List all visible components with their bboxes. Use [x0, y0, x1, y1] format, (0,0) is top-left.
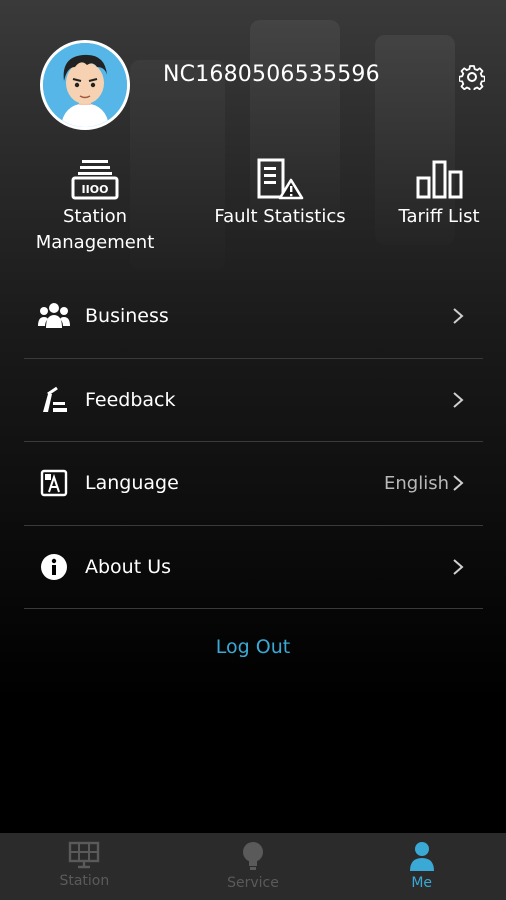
avatar[interactable]	[40, 40, 130, 130]
menu-item-label: Business	[85, 305, 169, 328]
chevron-right-icon	[453, 391, 464, 408]
settings-gear-icon[interactable]	[459, 64, 485, 90]
tab-label: Service	[227, 875, 279, 891]
menu-item-about-us[interactable]: About Us	[24, 526, 483, 609]
language-icon	[38, 467, 70, 499]
menu-item-label: About Us	[85, 555, 172, 578]
person-icon	[409, 842, 434, 871]
chevron-right-icon	[453, 558, 464, 575]
settings-menu: Business Feedback Language English About…	[24, 275, 483, 609]
info-icon	[38, 551, 70, 583]
station-management-icon: IIOO	[71, 160, 119, 200]
chevron-right-icon	[453, 308, 464, 325]
quick-action-label: Fault Statistics	[214, 206, 346, 227]
feedback-icon	[38, 384, 70, 416]
quick-action-label: Tariff List	[398, 206, 480, 227]
bottom-tab-bar: Station Service Me	[0, 833, 506, 900]
tariff-list-button[interactable]: Tariff List	[378, 158, 500, 230]
logout-button[interactable]: Log Out	[0, 636, 506, 658]
fault-statistics-button[interactable]: Fault Statistics	[205, 158, 355, 230]
lightbulb-icon	[243, 842, 263, 870]
quick-action-label: Management	[35, 232, 155, 253]
solar-panel-icon	[69, 841, 100, 869]
svg-text:IIOO: IIOO	[82, 183, 109, 196]
username: NC1680506535596	[163, 62, 380, 87]
tab-service[interactable]: Service	[169, 833, 338, 900]
language-value: English	[384, 472, 449, 494]
tab-label: Me	[411, 875, 433, 891]
tariff-list-icon	[416, 160, 463, 199]
business-icon	[38, 300, 70, 332]
menu-item-label: Language	[85, 472, 179, 495]
quick-action-label: Station	[63, 206, 127, 227]
tab-me[interactable]: Me	[337, 833, 506, 900]
fault-statistics-icon	[257, 158, 304, 200]
menu-item-language[interactable]: Language English	[24, 442, 483, 526]
tab-station[interactable]: Station	[0, 833, 169, 900]
station-management-button[interactable]: IIOO Station Management	[25, 158, 165, 256]
avatar-face-icon	[43, 43, 127, 127]
chevron-right-icon	[453, 475, 464, 492]
menu-item-business[interactable]: Business	[24, 275, 483, 359]
menu-item-label: Feedback	[85, 388, 176, 411]
menu-item-feedback[interactable]: Feedback	[24, 359, 483, 442]
tab-label: Station	[59, 873, 110, 889]
